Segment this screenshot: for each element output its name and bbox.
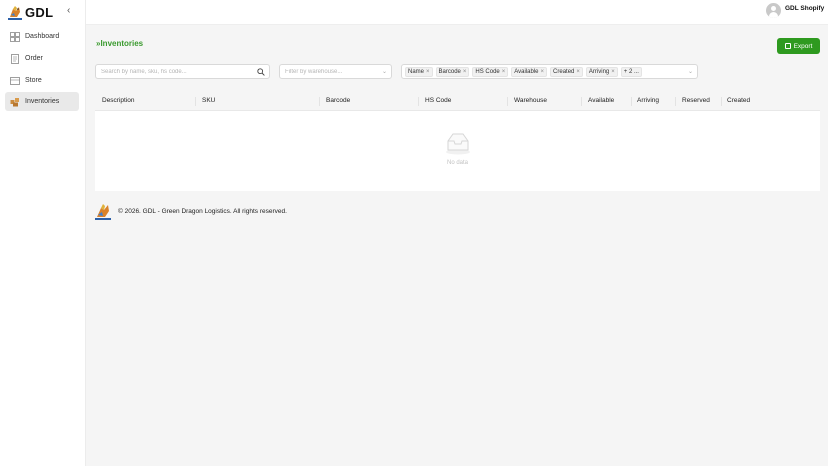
page-title-text: Inventories [100,39,144,48]
column-tag-hs-code[interactable]: HS Code × [472,67,509,77]
column-header-sku[interactable]: SKU [202,97,215,104]
brand[interactable]: GDL [8,4,53,20]
table-header: Description SKU Barcode HS Code Warehous… [95,92,820,111]
user-avatar-icon[interactable] [766,3,781,18]
column-tag-barcode[interactable]: Barcode × [435,67,470,77]
top-bar [86,0,828,25]
column-divider [675,97,676,106]
empty-state-text: No data [446,160,468,166]
empty-inbox-icon [446,133,470,155]
gdl-logo-icon [95,204,111,220]
column-divider [418,97,419,106]
table-body: No data [95,111,820,191]
column-header-description[interactable]: Description [102,97,135,104]
column-header-available[interactable]: Available [588,97,614,104]
chevron-left-icon[interactable]: ‹ [67,5,70,16]
export-label: Export [793,42,813,50]
warehouse-filter: ⌄ [279,64,435,79]
close-icon[interactable]: × [463,68,467,76]
column-divider [721,97,722,106]
tag-label: Name [408,69,425,75]
column-header-warehouse[interactable]: Warehouse [514,97,547,104]
tag-label: Available [514,69,539,75]
brand-name: GDL [25,4,54,20]
sidebar-item-label: Inventories [25,98,60,105]
sidebar-item-label: Order [25,55,43,62]
footer-copyright: © 2026. GDL - Green Dragon Logistics. Al… [118,208,287,215]
tag-label: + 2 ... [623,69,639,75]
export-icon [784,43,791,49]
sidebar-item-store[interactable]: Store [5,71,79,90]
column-tags: Name × Barcode × HS Code × Available × Creat… [405,67,642,77]
sidebar-item-inventories[interactable]: Inventories [5,92,79,111]
close-icon[interactable]: × [611,68,615,76]
double-chevron-right-icon: » [96,39,101,48]
column-header-created[interactable]: Created [727,97,750,104]
sidebar-item-label: Store [25,77,42,84]
column-select[interactable]: Name × Barcode × HS Code × Available × Creat… [401,64,698,79]
tag-label: Barcode [438,69,461,75]
close-icon[interactable]: × [541,68,545,76]
close-icon[interactable]: × [576,68,580,76]
column-tag-available[interactable]: Available × [511,67,548,77]
export-button[interactable]: Export [777,38,820,54]
chevron-down-icon[interactable]: ⌄ [382,68,387,75]
close-icon[interactable]: × [502,68,506,76]
footer: © 2026. GDL - Green Dragon Logistics. Al… [95,203,287,220]
sidebar-item-label: Dashboard [25,33,60,40]
sidebar: GDL ‹ Dashboard Order Store Inventories [0,0,86,466]
column-divider [195,97,196,106]
search-icon[interactable] [257,68,265,76]
column-tag-name[interactable]: Name × [405,67,433,77]
column-header-hs-code[interactable]: HS Code [425,97,451,104]
inventory-table: Description SKU Barcode HS Code Warehous… [95,92,820,192]
column-header-reserved[interactable]: Reserved [682,97,710,104]
column-divider [507,97,508,106]
column-tag-created[interactable]: Created × [550,67,583,77]
column-divider [631,97,632,106]
store-icon [10,76,20,86]
close-icon[interactable]: × [426,68,430,76]
column-tag-arriving[interactable]: Arriving × [585,67,618,77]
chevron-down-icon[interactable]: ⌄ [688,68,693,75]
gdl-logo-icon [8,5,22,20]
column-header-barcode[interactable]: Barcode [326,97,350,104]
tag-label: HS Code [475,69,500,75]
user-name[interactable]: GDL Shopify [785,5,824,12]
more-tags[interactable]: + 2 ... [620,67,642,77]
boxes-icon [10,97,20,107]
tag-label: Arriving [588,69,610,75]
dashboard-icon [10,31,20,42]
column-divider [319,97,320,106]
search-box [95,64,270,79]
page-title: » Inventories [96,39,143,48]
column-divider [581,97,582,106]
tag-label: Created [553,69,575,75]
sidebar-item-dashboard[interactable]: Dashboard [5,27,79,46]
document-icon [10,53,20,64]
search-input[interactable] [101,68,251,76]
column-header-arriving[interactable]: Arriving [637,97,659,104]
sidebar-item-order[interactable]: Order [5,49,79,68]
